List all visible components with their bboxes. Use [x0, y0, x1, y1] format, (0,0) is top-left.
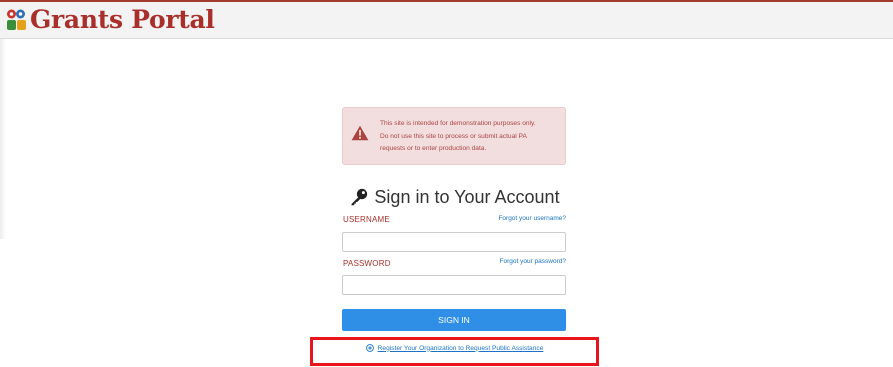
warning-line: This site is intended for demonstration … — [380, 120, 536, 127]
sign-in-button[interactable]: SIGN IN — [342, 309, 566, 331]
logo-text: Grants Portal — [30, 5, 215, 34]
register-link-label: Register Your Organization to Request Pu… — [377, 344, 544, 352]
key-icon — [350, 188, 368, 206]
username-label: USERNAME — [343, 215, 390, 224]
warning-line: requests or to enter production data. — [380, 145, 487, 152]
password-label: PASSWORD — [343, 259, 391, 268]
grants-portal-logo-icon — [6, 8, 28, 32]
app-header: Grants Portal — [0, 2, 893, 39]
forgot-password-link[interactable]: Forgot your password? — [446, 258, 566, 265]
warning-triangle-icon — [351, 125, 369, 141]
plus-circle-icon — [365, 344, 374, 352]
sign-in-title: Sign in to Your Account — [343, 184, 567, 210]
left-edge-shadow — [0, 39, 6, 239]
forgot-username-link[interactable]: Forgot your username? — [446, 215, 566, 222]
sign-in-heading: Sign in to Your Account — [374, 187, 560, 207]
password-input[interactable] — [342, 275, 566, 295]
warning-line: Do not use this site to process or submi… — [380, 132, 527, 140]
grants-portal-logo[interactable]: Grants Portal — [6, 5, 215, 35]
username-input[interactable] — [342, 232, 566, 252]
warning-message: This site is intended for demonstration … — [380, 118, 563, 156]
demo-warning-alert: This site is intended for demonstration … — [342, 107, 566, 165]
register-organization-link[interactable]: Register Your Organization to Request Pu… — [311, 344, 598, 352]
